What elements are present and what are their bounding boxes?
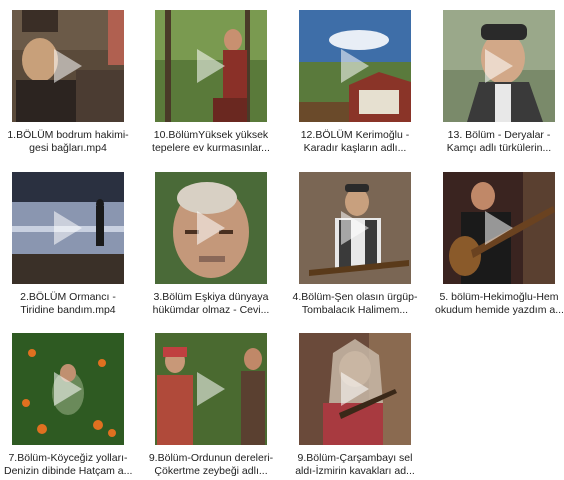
video-title-line2: okudum hemide yazdım a... bbox=[435, 304, 563, 316]
play-icon bbox=[195, 47, 227, 85]
play-icon bbox=[339, 47, 371, 85]
play-icon bbox=[52, 370, 84, 408]
video-tile[interactable]: 1.BÖLÜM bodrum hakimi- gesi bağları.mp4 bbox=[4, 0, 140, 158]
video-thumbnail[interactable] bbox=[12, 10, 124, 122]
video-thumbnail[interactable] bbox=[299, 172, 411, 284]
video-title-line2: Tiridine bandım.mp4 bbox=[20, 304, 116, 316]
video-title[interactable]: 12.BÖLÜM Kerimoğlu - Karadır kaşların ad… bbox=[291, 129, 419, 155]
video-title-line2: hükümdar olmaz - Cevi... bbox=[152, 304, 270, 316]
video-title[interactable]: 9.Bölüm-Çarşambayı sel aldı-İzmirin kava… bbox=[291, 452, 419, 478]
play-icon bbox=[483, 47, 515, 85]
video-title[interactable]: 4.Bölüm-Şen olasın ürgüp- Tombalacık Hal… bbox=[291, 291, 419, 317]
video-title-line2: Kamçı adlı türkülerin... bbox=[446, 142, 552, 154]
video-title-line1: 9.Bölüm-Ordunun dereleri- bbox=[148, 452, 274, 464]
video-title-line1: 4.Bölüm-Şen olasın ürgüp- bbox=[292, 291, 418, 303]
video-title-line1: 5. bölüm-Hekimoğlu-Hem bbox=[439, 291, 559, 303]
video-thumbnail[interactable] bbox=[443, 172, 555, 284]
video-title[interactable]: 3.Bölüm Eşkiya dünyaya hükümdar olmaz - … bbox=[147, 291, 275, 317]
video-title-line2: Tombalacık Halimem... bbox=[301, 304, 409, 316]
video-title-line2: tepelere ev kurmasınlar... bbox=[152, 142, 270, 154]
play-icon bbox=[195, 209, 227, 247]
video-title[interactable]: 9.Bölüm-Ordunun dereleri- Çökertme zeybe… bbox=[147, 452, 275, 478]
video-tile[interactable]: 9.Bölüm-Ordunun dereleri- Çökertme zeybe… bbox=[147, 323, 283, 480]
video-tile[interactable]: 9.Bölüm-Çarşambayı sel aldı-İzmirin kava… bbox=[291, 323, 427, 480]
video-title[interactable]: 2.BÖLÜM Ormancı - Tiridine bandım.mp4 bbox=[4, 291, 132, 317]
video-tile[interactable]: 12.BÖLÜM Kerimoğlu - Karadır kaşların ad… bbox=[291, 0, 427, 158]
video-title-line1: 12.BÖLÜM Kerimoğlu - bbox=[300, 129, 410, 141]
video-tile[interactable]: 10.BölümYüksek yüksek tepelere ev kurmas… bbox=[147, 0, 283, 158]
video-thumbnail[interactable] bbox=[155, 172, 267, 284]
video-title[interactable]: 1.BÖLÜM bodrum hakimi- gesi bağları.mp4 bbox=[4, 129, 132, 155]
video-title-line1: 3.Bölüm Eşkiya dünyaya bbox=[153, 291, 269, 303]
video-title[interactable]: 10.BölümYüksek yüksek tepelere ev kurmas… bbox=[147, 129, 275, 155]
video-thumbnail[interactable] bbox=[443, 10, 555, 122]
video-grid: 1.BÖLÜM bodrum hakimi- gesi bağları.mp4 … bbox=[0, 0, 564, 480]
video-title-line1: 13. Bölüm - Deryalar - bbox=[447, 129, 551, 141]
video-title[interactable]: 7.Bölüm-Köyceğiz yolları- Denizin dibind… bbox=[4, 452, 132, 478]
video-title-line1: 9.Bölüm-Çarşambayı sel bbox=[297, 452, 413, 464]
video-title-line2: aldı-İzmirin kavakları ad... bbox=[295, 465, 415, 477]
play-icon bbox=[339, 209, 371, 247]
video-tile[interactable]: 4.Bölüm-Şen olasın ürgüp- Tombalacık Hal… bbox=[291, 162, 427, 320]
video-tile[interactable]: 13. Bölüm - Deryalar - Kamçı adlı türkül… bbox=[435, 0, 564, 158]
video-tile[interactable]: 7.Bölüm-Köyceğiz yolları- Denizin dibind… bbox=[4, 323, 140, 480]
video-title-line1: 10.BölümYüksek yüksek bbox=[153, 129, 269, 141]
video-thumbnail[interactable] bbox=[155, 333, 267, 445]
play-icon bbox=[195, 370, 227, 408]
video-title-line2: Denizin dibinde Hatçam a... bbox=[4, 465, 132, 477]
video-tile[interactable]: 3.Bölüm Eşkiya dünyaya hükümdar olmaz - … bbox=[147, 162, 283, 320]
video-thumbnail[interactable] bbox=[12, 172, 124, 284]
video-thumbnail[interactable] bbox=[155, 10, 267, 122]
video-title-line2: Karadır kaşların adlı... bbox=[303, 142, 407, 154]
play-icon bbox=[52, 209, 84, 247]
play-icon bbox=[483, 209, 515, 247]
video-title[interactable]: 5. bölüm-Hekimoğlu-Hem okudum hemide yaz… bbox=[435, 291, 563, 317]
video-title-line1: 1.BÖLÜM bodrum hakimi- bbox=[7, 129, 129, 141]
play-icon bbox=[52, 47, 84, 85]
video-title-line1: 2.BÖLÜM Ormancı - bbox=[20, 291, 116, 303]
video-thumbnail[interactable] bbox=[12, 333, 124, 445]
video-thumbnail[interactable] bbox=[299, 10, 411, 122]
video-title-line1: 7.Bölüm-Köyceğiz yolları- bbox=[8, 452, 128, 464]
video-tile[interactable]: 2.BÖLÜM Ormancı - Tiridine bandım.mp4 bbox=[4, 162, 140, 320]
video-title[interactable]: 13. Bölüm - Deryalar - Kamçı adlı türkül… bbox=[435, 129, 563, 155]
video-tile[interactable]: 5. bölüm-Hekimoğlu-Hem okudum hemide yaz… bbox=[435, 162, 564, 320]
video-title-line2: gesi bağları.mp4 bbox=[29, 142, 107, 154]
video-thumbnail[interactable] bbox=[299, 333, 411, 445]
play-icon bbox=[339, 370, 371, 408]
video-title-line2: Çökertme zeybeği adlı... bbox=[154, 465, 268, 477]
